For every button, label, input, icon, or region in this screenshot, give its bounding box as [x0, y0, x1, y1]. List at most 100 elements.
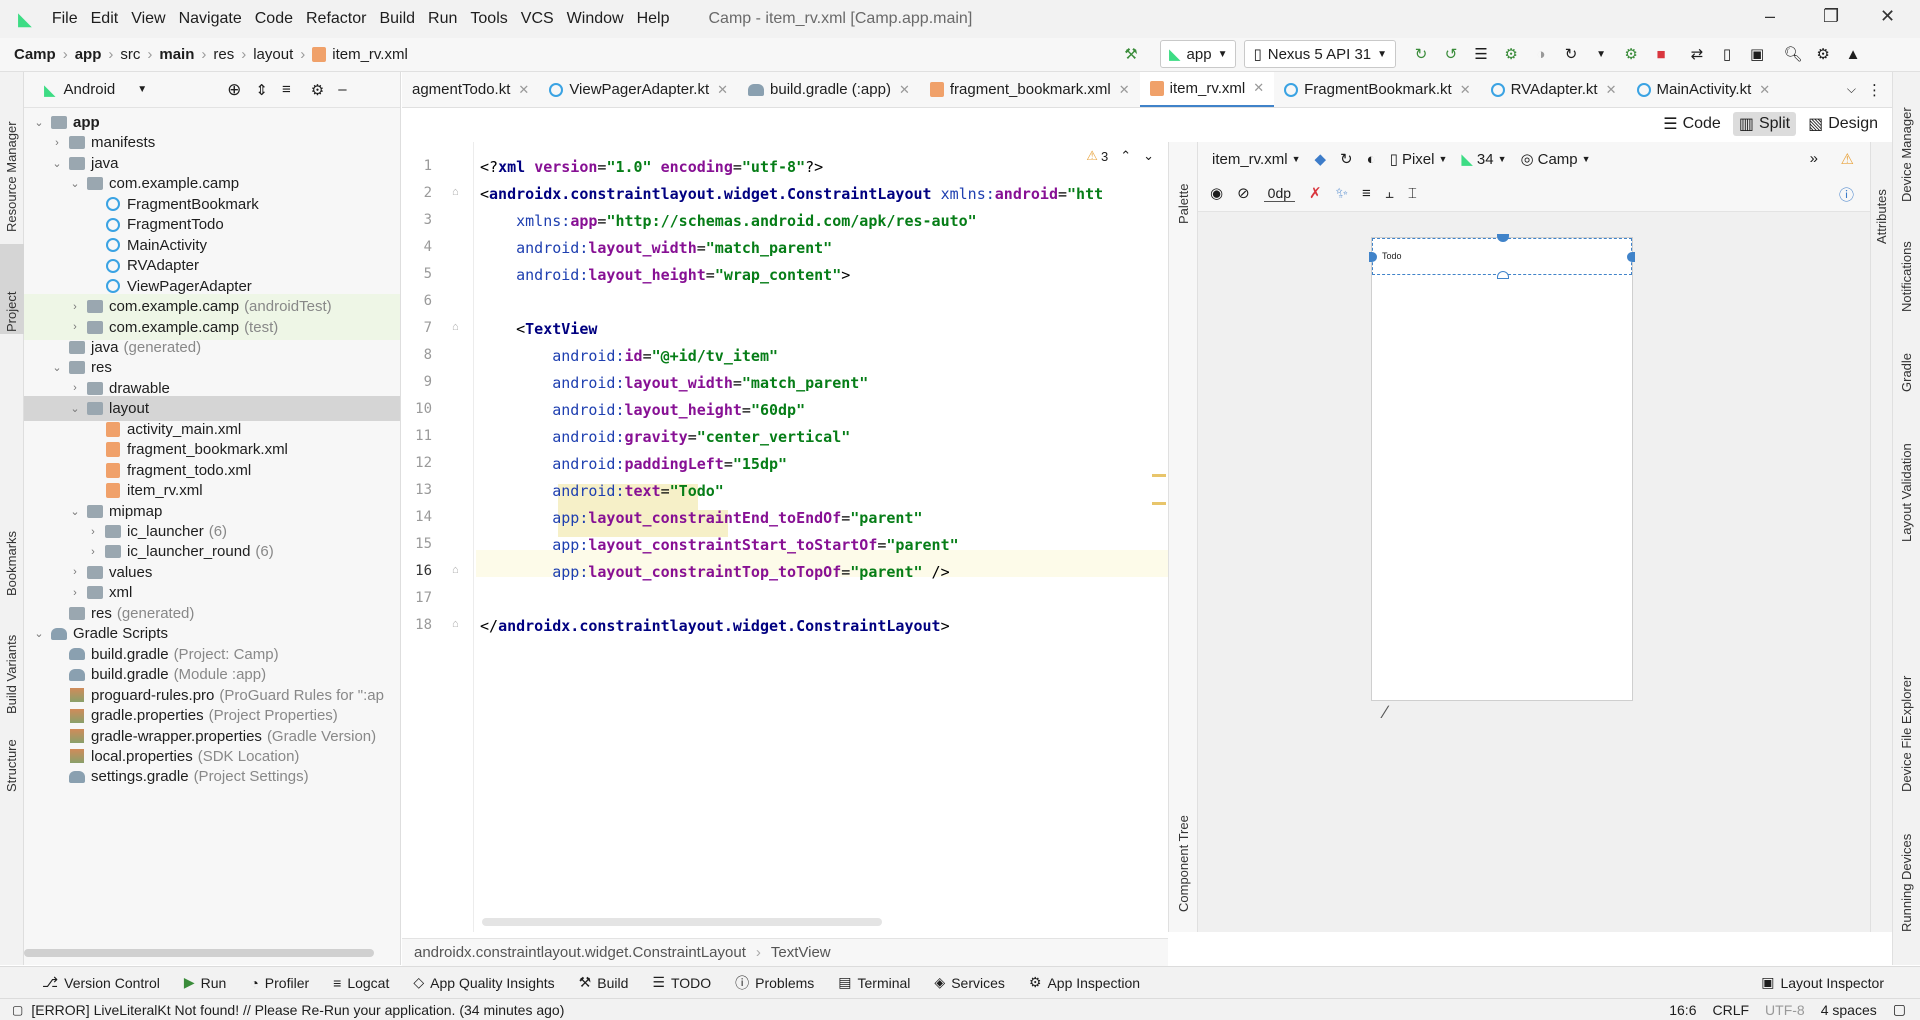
inspection-widget[interactable]: ⚠ 3 ⌃ ⌄ [1086, 148, 1154, 164]
warning-icon[interactable]: ⚠ [1841, 150, 1854, 168]
close-tab-icon[interactable]: ✕ [518, 82, 529, 98]
chevron-down-icon[interactable]: ⌄ [32, 116, 46, 129]
run-list-icon[interactable]: ☰ [1470, 43, 1492, 65]
fold-icon[interactable]: ⌂ [452, 321, 459, 333]
default-margin-select[interactable]: 0dp [1263, 185, 1296, 202]
debug-icon[interactable]: ⚙ [1500, 43, 1522, 65]
chevron-right-icon[interactable]: › [68, 587, 82, 599]
build-variants-tab[interactable]: Build Variants [4, 604, 19, 714]
gradle-tab[interactable]: Gradle [1899, 332, 1914, 392]
more-run-icon[interactable]: ▼ [1590, 43, 1612, 65]
close-tab-icon[interactable]: ✕ [1119, 82, 1130, 98]
attributes-tab[interactable]: Attributes [1874, 154, 1889, 244]
line-separator[interactable]: CRLF [1712, 1002, 1749, 1018]
running-devices-tab[interactable]: Running Devices [1899, 812, 1914, 932]
tool-window-button[interactable]: ▤ Terminal [838, 974, 910, 991]
fold-icon[interactable]: ⌂ [452, 186, 459, 198]
hide-icon[interactable]: – [338, 81, 346, 98]
breadcrumb-item[interactable]: Camp [14, 46, 56, 63]
menu-item[interactable]: Refactor [306, 10, 366, 28]
resize-handle-icon[interactable]: ∕ [1384, 702, 1387, 723]
menu-item[interactable]: File [52, 10, 78, 28]
collapse-all-icon[interactable]: ≡ [282, 81, 291, 98]
constraint-handle[interactable] [1369, 252, 1377, 262]
layers-icon[interactable]: ◆ [1314, 150, 1326, 168]
hammer-icon[interactable]: ⚒ [1120, 43, 1142, 65]
menu-item[interactable]: Run [428, 10, 457, 28]
gear-icon[interactable]: ⚙ [1812, 43, 1834, 65]
tool-window-button[interactable]: ≡ Logcat [333, 975, 389, 991]
guidelines-icon[interactable]: ⌶ [1408, 185, 1417, 202]
chevron-down-icon[interactable]: ⌄ [68, 402, 82, 415]
chevron-right-icon[interactable]: › [68, 566, 82, 578]
minimize-icon[interactable]: – [1765, 6, 1775, 27]
breadcrumb-item[interactable]: main [159, 46, 194, 63]
tabs-chevron-icon[interactable]: ⌵ [1847, 82, 1856, 97]
breadcrumb-item[interactable]: layout [253, 46, 293, 63]
chevron-down-icon[interactable]: ⌄ [32, 627, 46, 640]
fold-icon[interactable]: ⌂ [452, 564, 459, 576]
theme-select[interactable]: ◎ Camp ▼ [1521, 150, 1591, 169]
tool-window-button[interactable]: ▶ Run [184, 974, 226, 991]
search-icon[interactable]: 🔍︎ [1782, 43, 1804, 65]
project-view-select[interactable]: Android [64, 81, 116, 98]
palette-tab[interactable]: Palette [1176, 154, 1191, 224]
maximize-icon[interactable]: ❐ [1823, 6, 1839, 27]
expand-all-icon[interactable]: ⇕ [255, 81, 268, 99]
apply-changes-icon[interactable]: ↻ [1410, 43, 1432, 65]
resource-manager-tab[interactable]: Resource Manager [4, 82, 19, 232]
file-encoding[interactable]: UTF-8 [1765, 1002, 1805, 1018]
textview-preview[interactable]: Todo [1369, 234, 1635, 279]
layout-inspector-button[interactable]: ▣ Layout Inspector [1761, 974, 1884, 991]
editor-tab[interactable]: ViewPagerAdapter.kt ✕ [539, 72, 738, 107]
warning-marker[interactable] [1152, 502, 1166, 505]
locate-icon[interactable]: ⊕ [227, 80, 241, 100]
design-view-button[interactable]: ▧ Design [1802, 112, 1884, 136]
chevron-right-icon[interactable]: › [50, 137, 64, 149]
menu-item[interactable]: Edit [91, 10, 119, 28]
autoconnect-icon[interactable]: ⊘ [1237, 184, 1250, 202]
chevron-right-icon[interactable]: › [68, 382, 82, 394]
constraint-handle[interactable] [1497, 271, 1509, 279]
caret-position[interactable]: 16:6 [1669, 1002, 1696, 1018]
chevron-down-icon[interactable]: ⌄ [68, 177, 82, 190]
orientation-icon[interactable]: ↻ [1340, 150, 1353, 168]
infer-constraints-icon[interactable]: ✨︎ [1336, 185, 1348, 202]
constraint-handle[interactable] [1627, 252, 1635, 262]
apply-code-changes-icon[interactable]: ↺ [1440, 43, 1462, 65]
close-tab-icon[interactable]: ✕ [1759, 82, 1770, 98]
component-tree-tab[interactable]: Component Tree [1176, 792, 1191, 912]
eye-icon[interactable]: ◉ [1210, 184, 1223, 202]
api-level-select[interactable]: ◣ 34 ▼ [1461, 150, 1506, 169]
tool-window-button[interactable]: ⚒ Build [579, 974, 629, 991]
structure-tab[interactable]: Structure [4, 712, 19, 792]
device-file-explorer-tab[interactable]: Device File Explorer [1899, 662, 1914, 792]
expand-icon[interactable]: » [1810, 150, 1818, 167]
editor-tab[interactable]: agmentTodo.kt ✕ [402, 72, 539, 107]
breadcrumb-item[interactable]: androidx.constraintlayout.widget.Constra… [414, 944, 746, 961]
lock-icon[interactable]: ▢ [1893, 1001, 1906, 1018]
fold-icon[interactable]: ⌂ [452, 618, 459, 630]
close-tab-icon[interactable]: ✕ [899, 82, 910, 98]
breadcrumb-item[interactable]: src [120, 46, 140, 63]
bug-icon[interactable]: ⚙ [1620, 43, 1642, 65]
chevron-down-icon[interactable]: ⌄ [50, 157, 64, 170]
chevron-down-icon[interactable]: ⌄ [1143, 148, 1154, 164]
gear-icon[interactable]: ⚙ [311, 81, 324, 99]
device-manager-icon[interactable]: ▯ [1716, 43, 1738, 65]
night-mode-icon[interactable]: ◐ [1367, 151, 1376, 168]
device-manager-tab[interactable]: Device Manager [1899, 82, 1914, 202]
layout-file-select[interactable]: item_rv.xml ▼ [1212, 151, 1300, 168]
editor-tab[interactable]: item_rv.xml ✕ [1139, 72, 1275, 107]
layout-preview[interactable]: Todo [1369, 234, 1635, 701]
menu-item[interactable]: Build [379, 10, 415, 28]
close-tab-icon[interactable]: ✕ [717, 82, 728, 98]
run-config-select[interactable]: ◣ app ▼ [1160, 40, 1237, 68]
warning-marker[interactable] [1152, 474, 1166, 477]
code-view-button[interactable]: ☰ Code [1657, 112, 1727, 136]
tree-item[interactable]: settings.gradle (Project Settings) [24, 764, 400, 789]
status-toggle-icon[interactable]: ▢ [12, 1003, 23, 1017]
notifications-tab[interactable]: Notifications [1899, 212, 1914, 312]
tool-window-button[interactable]: ⚙ App Inspection [1029, 974, 1140, 991]
device-select[interactable]: ▯ Nexus 5 API 31 ▼ [1244, 40, 1397, 68]
